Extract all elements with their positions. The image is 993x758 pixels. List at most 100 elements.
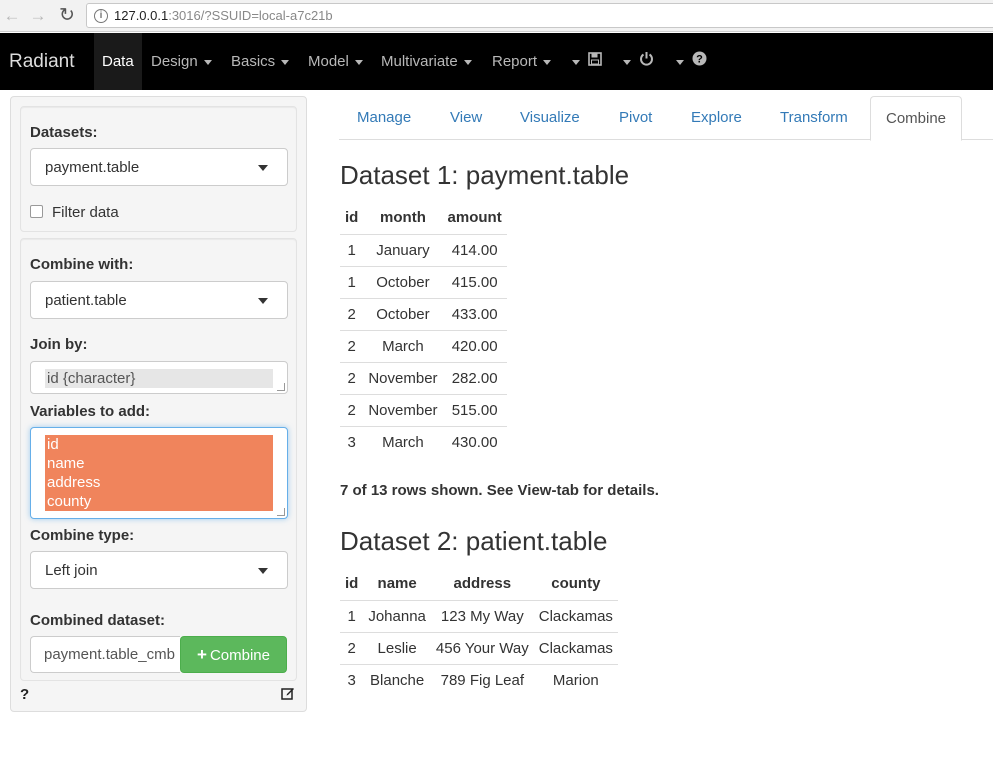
caret-down-icon <box>543 59 552 65</box>
browser-toolbar: ← → ↻ i 127.0.0.1:3016/?SSUID=local-a7c2… <box>0 0 993 32</box>
back-arrow-icon[interactable]: ← <box>1 5 23 27</box>
table-cell: Blanche <box>370 671 425 689</box>
column-header: month <box>363 202 443 235</box>
rows-shown-note: 7 of 13 rows shown. See View-tab for det… <box>340 482 659 499</box>
sidebar-panel: Datasets: payment.table Filter data Comb… <box>10 96 307 712</box>
forward-arrow-icon[interactable]: → <box>27 5 49 27</box>
datasets-well: Datasets: payment.table Filter data <box>20 106 297 232</box>
info-icon[interactable]: i <box>94 9 108 23</box>
caret-down-icon <box>281 59 290 65</box>
tab-view[interactable]: View <box>450 96 482 140</box>
nav-save-menu[interactable] <box>566 33 602 90</box>
table-cell: 2 <box>340 330 364 363</box>
tab-visualize[interactable]: Visualize <box>520 96 580 140</box>
brand-logo[interactable]: Radiant <box>9 51 75 73</box>
var-option-id[interactable]: id <box>45 435 273 454</box>
table-cell: 1 <box>340 266 364 299</box>
var-option-name[interactable]: name <box>45 454 273 473</box>
nav-basics[interactable]: Basics <box>231 33 290 90</box>
table-cell: 2 <box>340 362 364 395</box>
table-cell: 515.00 <box>442 394 507 427</box>
nav-model[interactable]: Model <box>308 33 363 90</box>
combine-well: Combine with: patient.table Join by: id … <box>20 238 297 681</box>
dataset1-table: id month amount 1 January 414.00 1 October 4… <box>340 202 507 458</box>
plus-icon: + <box>197 645 207 664</box>
table-cell: 420.00 <box>442 330 507 363</box>
tab-explore[interactable]: Explore <box>691 96 742 140</box>
nav-data[interactable]: Data <box>94 33 142 90</box>
datasets-select-value: payment.table <box>45 159 140 176</box>
join-by-field[interactable]: id {character} <box>30 361 288 394</box>
table-cell: October <box>363 298 443 331</box>
table-cell: 433.00 <box>442 298 507 331</box>
tab-manage[interactable]: Manage <box>357 96 411 140</box>
nav-report[interactable]: Report <box>492 33 552 90</box>
table-row: 2 October 433.00 <box>340 298 507 331</box>
vars-to-add-listbox[interactable]: id name address county <box>30 427 288 519</box>
combine-button[interactable]: + Combine <box>180 636 287 673</box>
combine-type-select[interactable]: Left join <box>30 551 288 589</box>
join-by-selected[interactable]: id {character} <box>45 369 273 388</box>
help-icon[interactable]: ? <box>20 686 29 703</box>
table-row: 2 Leslie 456 Your Way Clackamas <box>340 632 618 665</box>
table-cell: 430.00 <box>451 433 498 451</box>
caret-down-icon <box>258 298 268 304</box>
combined-dataset-label: Combined dataset: <box>30 612 166 629</box>
nav-power-menu[interactable] <box>617 33 654 90</box>
var-option-address[interactable]: address <box>45 473 273 492</box>
table-row: 1 October 415.00 <box>340 266 507 299</box>
table-cell: Clackamas <box>533 632 618 665</box>
table-cell: Marion <box>552 671 599 689</box>
caret-down-icon <box>676 59 684 65</box>
column-header: name <box>363 568 431 601</box>
datasets-select[interactable]: payment.table <box>30 148 288 186</box>
column-header: address <box>430 568 534 601</box>
resize-handle-icon[interactable] <box>277 383 285 391</box>
address-bar[interactable]: i 127.0.0.1:3016/?SSUID=local-a7c21b <box>86 3 993 28</box>
table-cell: November <box>363 362 443 395</box>
table-row: 3 Blanche 789 Fig Leaf Marion <box>340 664 618 696</box>
table-cell: 3 <box>347 433 356 451</box>
combined-dataset-input[interactable]: payment.table_cmb <box>30 636 180 673</box>
caret-down-icon <box>258 165 268 171</box>
edit-report-icon[interactable] <box>281 686 295 703</box>
reload-icon[interactable]: ↻ <box>56 5 78 27</box>
table-cell: 282.00 <box>442 362 507 395</box>
table-header-row: id name address county <box>340 568 618 601</box>
table-cell: Johanna <box>363 600 431 633</box>
table-cell: Leslie <box>363 632 431 665</box>
caret-down-icon <box>463 59 472 65</box>
var-option-county[interactable]: county <box>45 492 273 511</box>
combine-with-label: Combine with: <box>30 256 134 273</box>
filter-data-checkbox[interactable] <box>30 205 43 218</box>
nav-design[interactable]: Design <box>151 33 212 90</box>
resize-handle-icon[interactable] <box>277 508 285 516</box>
join-by-label: Join by: <box>30 336 88 353</box>
tab-combine[interactable]: Combine <box>870 96 963 141</box>
table-cell: October <box>363 266 443 299</box>
table-header-row: id month amount <box>340 202 507 235</box>
table-row: 2 November 515.00 <box>340 394 507 427</box>
nav-multivariate[interactable]: Multivariate <box>381 33 472 90</box>
datasets-label: Datasets: <box>30 124 98 141</box>
table-cell: 3 <box>347 671 356 689</box>
nav-help-menu[interactable]: ? <box>670 33 707 90</box>
tab-bar: Manage View Visualize Pivot Explore Tran… <box>339 96 993 141</box>
caret-down-icon <box>623 59 631 65</box>
url-text: 127.0.0.1:3016/?SSUID=local-a7c21b <box>114 8 333 23</box>
table-cell: November <box>363 394 443 427</box>
table-row: 3 March 430.00 <box>340 426 507 458</box>
table-cell: 2 <box>340 298 364 331</box>
save-icon <box>588 33 602 90</box>
combine-type-label: Combine type: <box>30 527 135 544</box>
column-header: id <box>340 202 364 235</box>
tab-transform[interactable]: Transform <box>780 96 848 140</box>
column-header: id <box>340 568 364 601</box>
tab-pivot[interactable]: Pivot <box>619 96 652 140</box>
table-cell: 123 My Way <box>430 600 534 633</box>
table-cell: March <box>363 330 443 363</box>
table-row: 1 Johanna 123 My Way Clackamas <box>340 600 618 633</box>
caret-down-icon <box>203 59 212 65</box>
combine-with-select[interactable]: patient.table <box>30 281 288 319</box>
column-header: county <box>533 568 618 601</box>
